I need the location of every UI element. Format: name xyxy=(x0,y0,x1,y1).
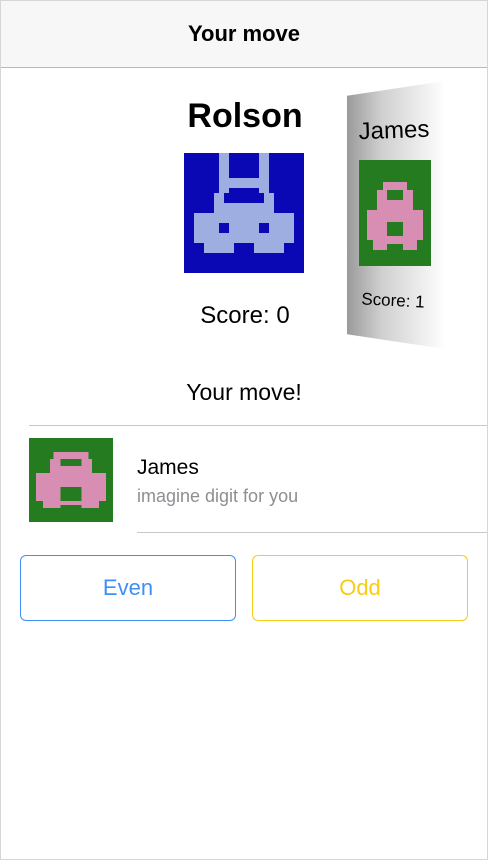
game-screen: Your move Rolson Score: 0 James Score: 1… xyxy=(0,0,488,860)
sender-avatar-icon xyxy=(29,438,113,522)
opponent-avatar-icon xyxy=(359,160,431,266)
player-score: Score: 0 xyxy=(200,302,290,329)
navigation-bar: Your move xyxy=(1,1,487,68)
opponent-name: James xyxy=(358,115,430,146)
message-text: imagine digit for you xyxy=(137,486,299,506)
nav-title: Your move xyxy=(187,21,301,46)
status-message: Your move! xyxy=(186,379,302,405)
opponent-score: Score: 1 xyxy=(360,289,426,312)
message-sender: James xyxy=(137,456,199,479)
opponent-card[interactable]: James Score: 1 xyxy=(347,81,445,349)
divider xyxy=(137,532,487,533)
player-name: Rolson xyxy=(187,97,303,135)
message-row[interactable]: James imagine digit for you xyxy=(1,426,487,532)
odd-button[interactable]: Odd xyxy=(252,555,468,621)
player-avatar-icon xyxy=(184,153,304,273)
even-button[interactable]: Even xyxy=(20,555,236,621)
